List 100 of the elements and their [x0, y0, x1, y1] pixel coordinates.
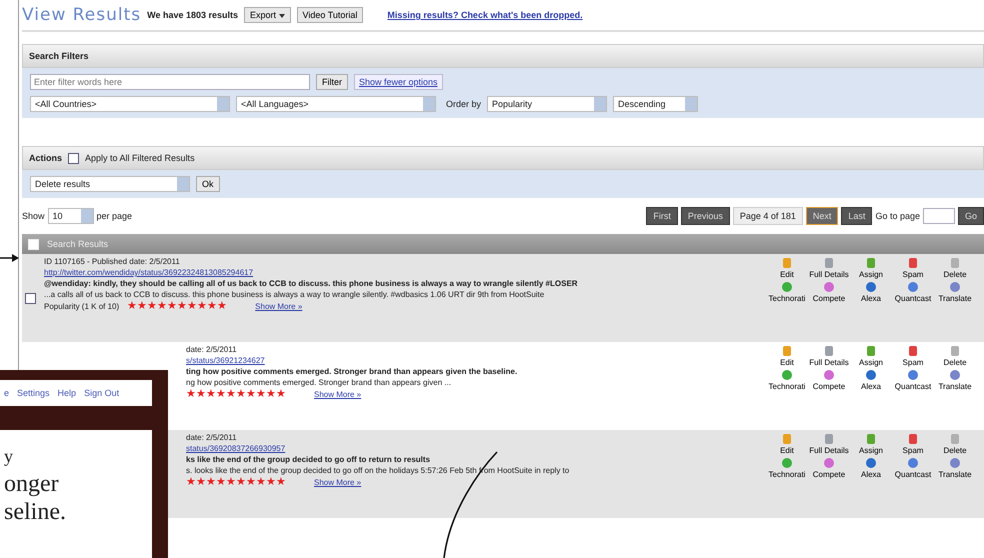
filter-button[interactable]: Filter [316, 74, 348, 90]
results-title: Search Results [47, 239, 108, 249]
action-button[interactable]: Assign [850, 257, 892, 279]
pager-button[interactable]: Next [806, 207, 838, 225]
site-button[interactable]: Alexa [850, 457, 892, 479]
panel-header: Search Filters [22, 44, 984, 68]
inset-link[interactable]: Sign Out [84, 388, 120, 398]
action-button[interactable]: Delete [934, 257, 976, 279]
panel-title: Actions [29, 153, 62, 163]
go-button[interactable]: Go [958, 207, 984, 225]
action-button[interactable]: Edit [766, 345, 808, 367]
action-button[interactable]: Full Details [808, 257, 850, 279]
action-button[interactable]: Full Details [808, 433, 850, 455]
site-icon [781, 281, 793, 293]
per-page-dropdown[interactable]: 10 [48, 208, 94, 224]
action-button[interactable]: Edit [766, 433, 808, 455]
site-button[interactable]: Technorati [766, 281, 808, 303]
result-url-link[interactable]: http://twitter.com/wendiday/status/36922324813085294617 [44, 268, 766, 277]
star-rating: ★★★★★★★★★★ [127, 301, 228, 312]
site-button[interactable]: Translate [934, 281, 976, 303]
result-meta: ID 1107165 - Published date: 2/5/2011 [44, 257, 181, 266]
result-title: ks like the end of the group decided to go off to return to results [186, 455, 432, 464]
action-button[interactable]: Spam [892, 257, 934, 279]
checkbox[interactable] [68, 152, 80, 164]
inset-link[interactable]: Help [58, 388, 76, 398]
results-count: We have 1803 results [147, 10, 238, 20]
action-button[interactable]: Full Details [808, 345, 850, 367]
pager-button[interactable]: First [646, 207, 678, 225]
site-icon [865, 369, 877, 381]
export-dropdown[interactable]: Export [244, 7, 291, 23]
show-more-link[interactable]: Show More » [314, 478, 362, 487]
site-button[interactable]: Technorati [766, 369, 808, 391]
pager-button[interactable]: Previous [680, 207, 730, 225]
action-button[interactable]: Spam [892, 433, 934, 455]
action-button[interactable]: Edit [766, 257, 808, 279]
action-button[interactable]: Delete [934, 433, 976, 455]
inset-link[interactable]: e [4, 388, 10, 398]
action-button[interactable]: Delete [934, 345, 976, 367]
site-button[interactable]: Technorati [766, 457, 808, 479]
site-button[interactable]: Alexa [850, 281, 892, 303]
show-more-link[interactable]: Show More » [255, 302, 302, 311]
action-icon [865, 433, 877, 445]
filter-field[interactable]: Enter filter words here [30, 74, 310, 90]
site-button[interactable]: Translate [934, 457, 976, 479]
action-icon [781, 257, 793, 269]
tutorial-button[interactable]: Video Tutorial [296, 7, 364, 23]
site-button[interactable]: Quantcast [892, 457, 934, 479]
result-snippet: ...a calls all of us back to CCB to discuss. this phone business is always a way to wrangle silently. #wdbasics 1.06 URT dir 9th from HootSuite [44, 290, 546, 299]
inset-text: seline. [4, 498, 67, 526]
show-more-link[interactable]: Show More » [314, 390, 362, 399]
site-icon [907, 457, 919, 469]
site-icon [907, 369, 919, 381]
site-icon [781, 457, 793, 469]
select-all-checkbox[interactable] [28, 238, 39, 250]
site-icon [823, 281, 835, 293]
site-icon [865, 281, 877, 293]
inset-text: y [4, 445, 14, 468]
site-button[interactable]: Compete [808, 457, 850, 479]
result-url-link[interactable]: s/status/36921234627 [186, 356, 766, 365]
site-icon [823, 457, 835, 469]
action-icon [907, 257, 919, 269]
result-snippet: ng how positive comments emerged. Stronger brand than appears given ... [186, 378, 452, 387]
missing-results-link[interactable]: Missing results? Check what's been dropped. [387, 10, 583, 20]
site-button[interactable]: Compete [808, 281, 850, 303]
ok-button[interactable]: Ok [196, 176, 220, 192]
options-link[interactable]: Show fewer options [354, 74, 443, 90]
site-button[interactable]: Quantcast [892, 369, 934, 391]
order-dropdown[interactable]: Popularity [487, 96, 608, 112]
row-checkbox[interactable] [24, 292, 36, 304]
site-icon [781, 369, 793, 381]
action-button[interactable]: Assign [850, 345, 892, 367]
site-icon [865, 457, 877, 469]
result-url-link[interactable]: status/36920837266930957 [186, 444, 766, 453]
country-dropdown[interactable]: <All Countries> [30, 96, 230, 112]
action-icon [907, 345, 919, 357]
action-button[interactable]: Spam [892, 345, 934, 367]
show-label: Show [22, 211, 45, 221]
site-button[interactable]: Compete [808, 369, 850, 391]
direction-dropdown[interactable]: Descending [613, 96, 698, 112]
callout-arrow [0, 253, 20, 263]
site-icon [907, 281, 919, 293]
site-icon [949, 457, 961, 469]
action-icon [823, 433, 835, 445]
language-dropdown[interactable]: <All Languages> [236, 96, 436, 112]
site-button[interactable]: Alexa [850, 369, 892, 391]
result-title: ting how positive comments emerged. Stronger brand than appears given the baseline. [186, 367, 518, 376]
site-button[interactable]: Quantcast [892, 281, 934, 303]
result-title: @wendiday: kindly, they should be calling all of us back to CCB to discuss. this phone business is always a way to wrangle silently #LOSER [44, 279, 579, 288]
action-icon [949, 345, 961, 357]
inset-link[interactable]: Settings [17, 388, 50, 398]
page-info: Page 4 of 181 [732, 207, 803, 225]
action-icon [907, 433, 919, 445]
site-button[interactable]: Translate [934, 369, 976, 391]
page-field[interactable] [922, 208, 955, 224]
action-button[interactable]: Assign [850, 433, 892, 455]
action-dropdown[interactable]: Delete results [30, 176, 190, 192]
pager-button[interactable]: Last [841, 207, 872, 225]
result-meta: date: 2/5/2011 [186, 345, 238, 354]
order-label: Order by [446, 99, 482, 109]
popularity-label: Popularity (1 K of 10) [44, 302, 120, 311]
